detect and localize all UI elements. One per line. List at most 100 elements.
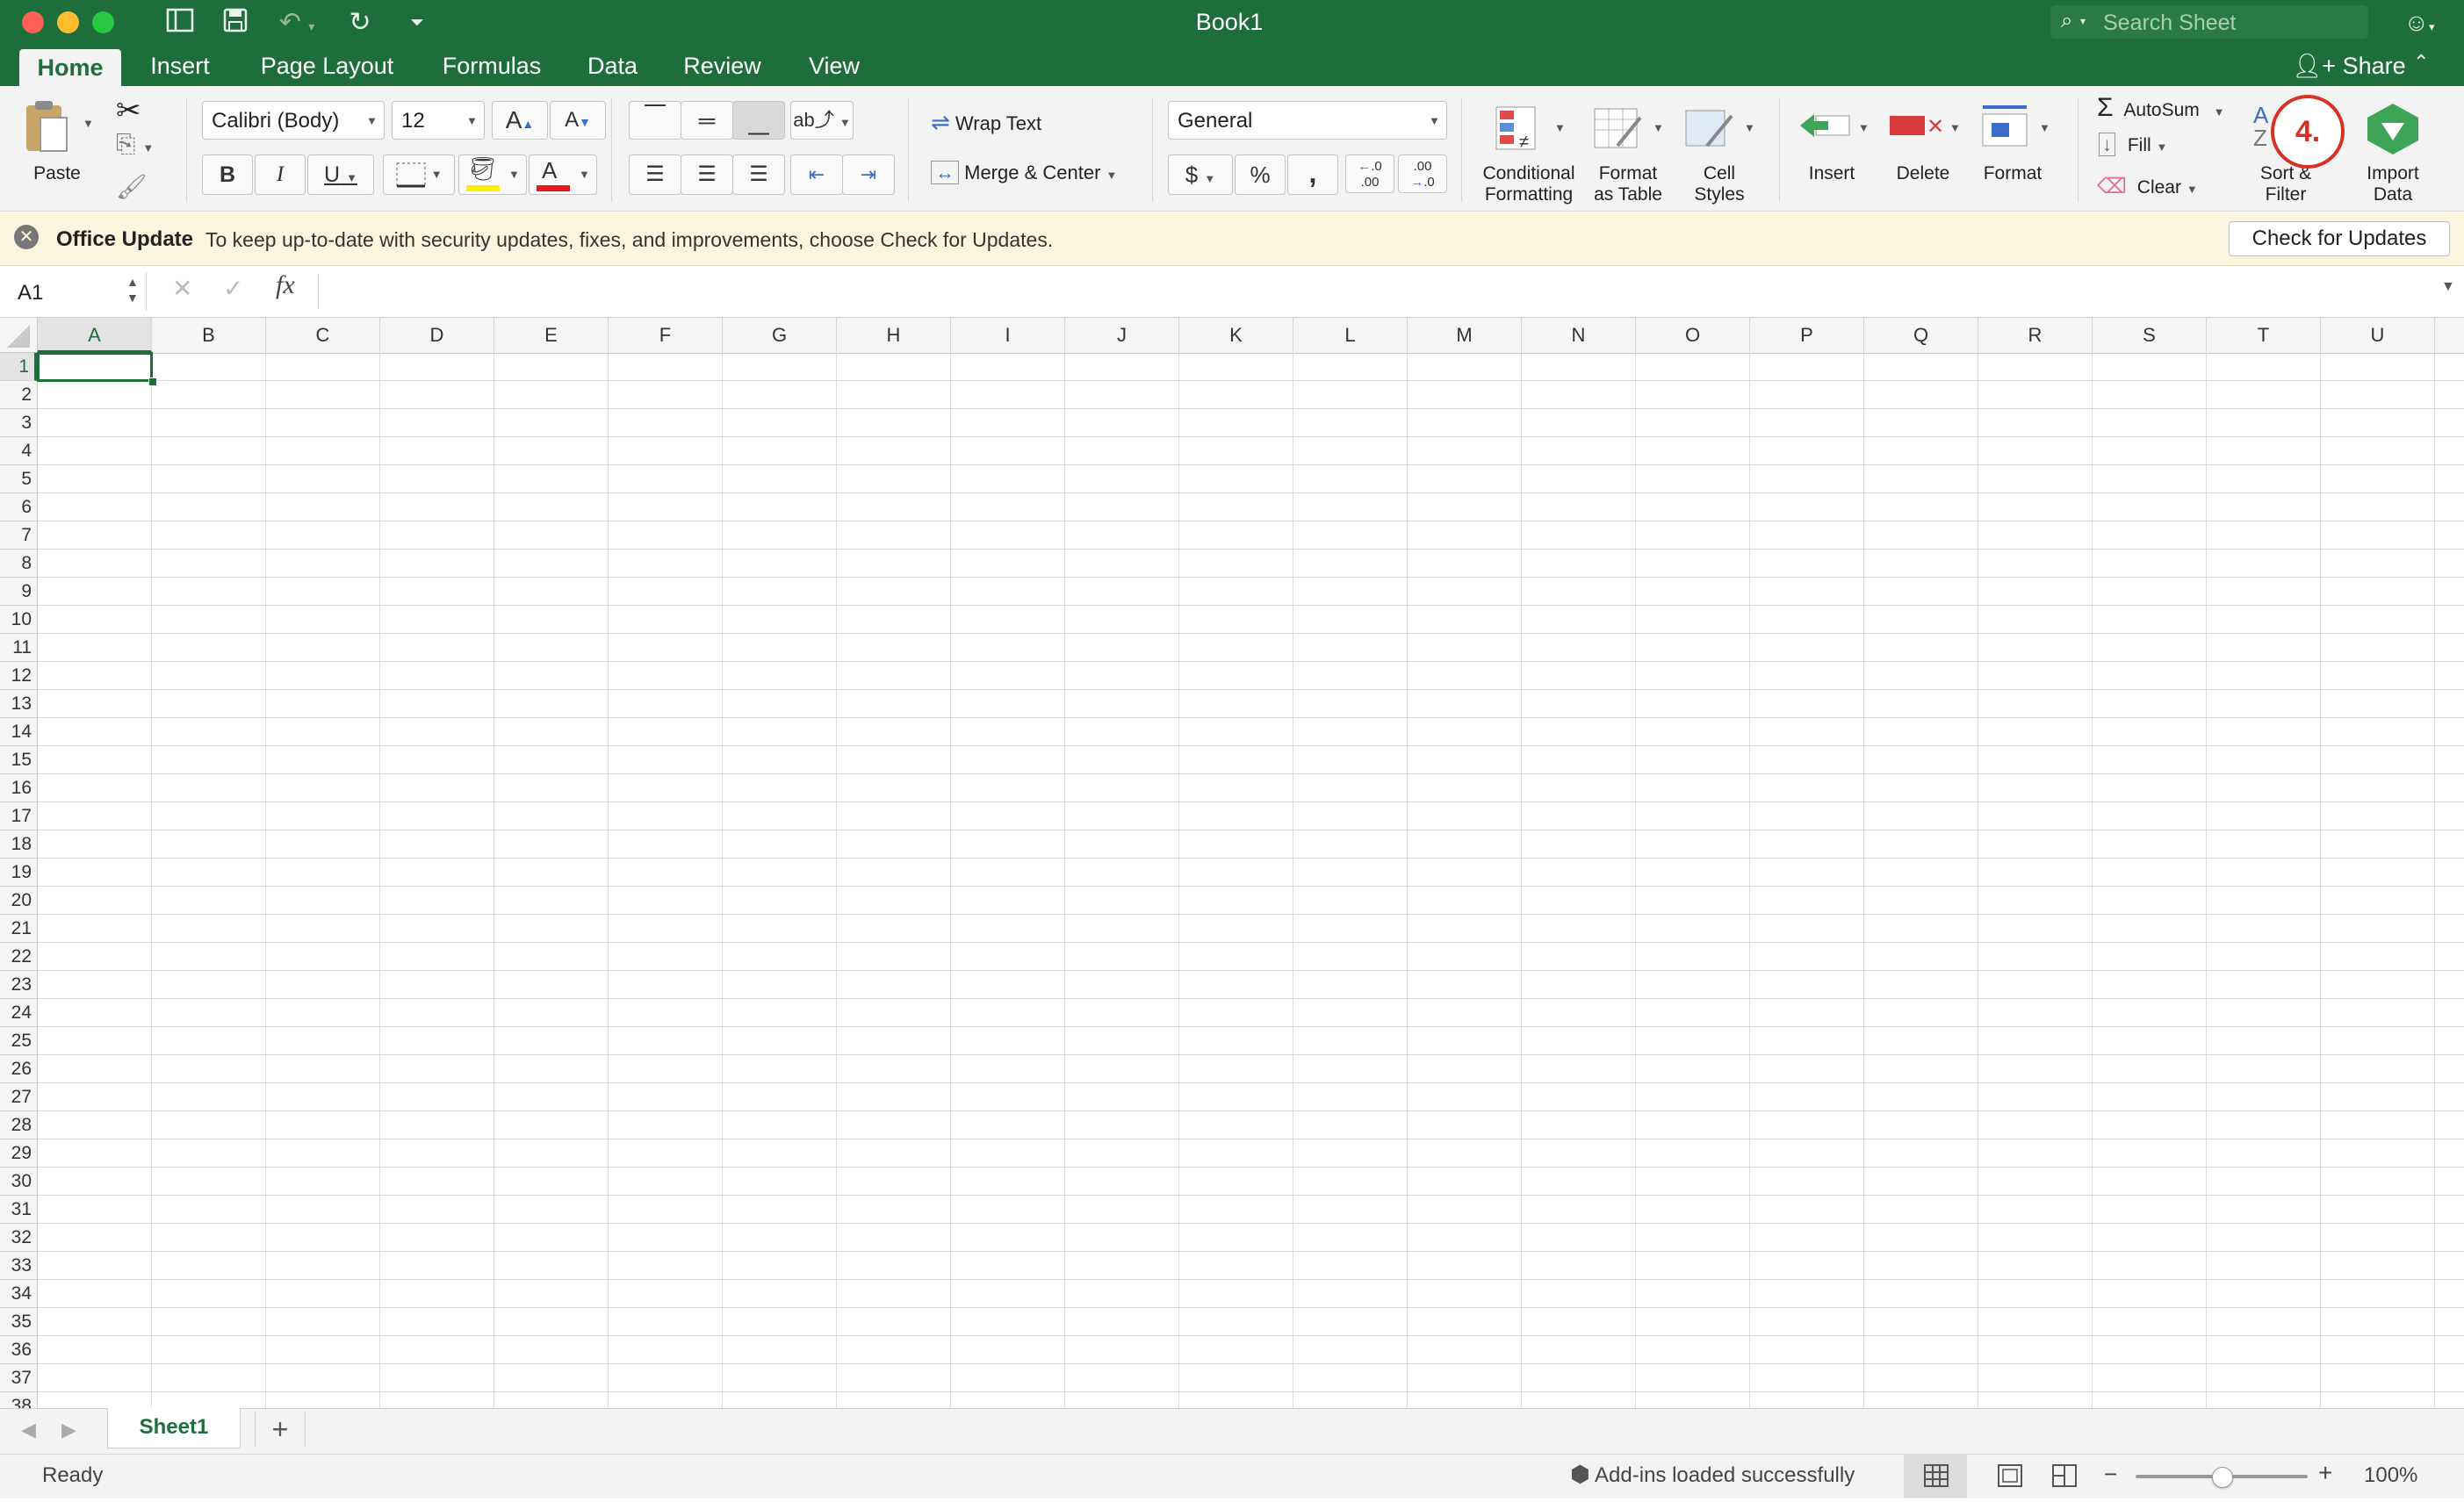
dismiss-update-icon[interactable]: ✕	[14, 225, 39, 249]
column-header[interactable]: M	[1408, 318, 1522, 353]
tab-page-layout[interactable]: Page Layout	[250, 46, 404, 86]
row-header[interactable]: 8	[0, 550, 37, 578]
align-bottom-button[interactable]: ⎽	[732, 101, 785, 140]
zoom-in-icon[interactable]: +	[2318, 1459, 2332, 1487]
merge-center-button[interactable]: ↔ Merge & Center ▼	[931, 161, 1117, 184]
orientation-button[interactable]: ab⤴ ▼	[790, 101, 854, 140]
align-top-button[interactable]: ⎺	[629, 101, 681, 140]
tab-data[interactable]: Data	[580, 46, 645, 86]
row-header[interactable]: 7	[0, 521, 37, 550]
insert-cells-dropdown-icon[interactable]: ▼	[1858, 121, 1870, 134]
column-header[interactable]: Q	[1864, 318, 1978, 353]
tab-view[interactable]: View	[795, 46, 874, 86]
fill-handle[interactable]	[148, 377, 157, 386]
row-header[interactable]: 12	[0, 662, 37, 690]
minimize-window-button[interactable]	[57, 11, 79, 33]
decrease-indent-button[interactable]: ⇤	[790, 155, 843, 195]
check-for-updates-button[interactable]: Check for Updates	[2229, 221, 2450, 256]
name-box-stepper-icon[interactable]: ▲ ▼	[126, 274, 139, 305]
column-header[interactable]: B	[152, 318, 266, 353]
font-color-button[interactable]: A ▼	[529, 155, 597, 195]
bold-button[interactable]: B	[202, 155, 253, 195]
formula-input[interactable]	[318, 274, 2435, 309]
align-center-button[interactable]: ☰	[681, 155, 733, 195]
delete-cells-icon[interactable]: ✕	[1888, 104, 1944, 153]
font-name-select[interactable]: Calibri (Body) ▼	[202, 101, 385, 140]
row-header[interactable]: 28	[0, 1111, 37, 1139]
autosum-button[interactable]: Σ AutoSum ▼	[2097, 93, 2225, 127]
close-window-button[interactable]	[22, 11, 44, 33]
decrease-decimal-button[interactable]: .00 →.0	[1398, 155, 1447, 193]
tab-formulas[interactable]: Formulas	[430, 46, 553, 86]
column-header[interactable]: R	[1978, 318, 2093, 353]
row-header[interactable]: 29	[0, 1139, 37, 1168]
zoom-slider-thumb[interactable]	[2212, 1467, 2233, 1488]
sidebar-toggle-icon[interactable]	[162, 7, 198, 39]
column-header[interactable]: S	[2093, 318, 2207, 353]
confirm-entry-icon[interactable]: ✓	[223, 274, 243, 303]
column-header[interactable]: N	[1522, 318, 1636, 353]
insert-cells-icon[interactable]	[1797, 104, 1853, 153]
conditional-formatting-button[interactable]: Conditional Formatting	[1472, 163, 1586, 205]
row-header[interactable]: 5	[0, 465, 37, 493]
next-sheet-icon[interactable]: ▶	[61, 1419, 76, 1441]
fill-button[interactable]: ↓ Fill ▼	[2099, 133, 2167, 156]
row-header[interactable]: 31	[0, 1196, 37, 1224]
cell-styles-dropdown-icon[interactable]: ▼	[1744, 121, 1755, 134]
format-as-table-button[interactable]: Format as Table	[1577, 163, 1679, 205]
customize-toolbar-icon[interactable]: ⏷	[400, 7, 435, 39]
format-cells-icon[interactable]	[1978, 100, 2034, 153]
row-header[interactable]: 13	[0, 690, 37, 718]
column-header[interactable]: P	[1750, 318, 1864, 353]
clear-button[interactable]: ⌫ Clear ▼	[2097, 174, 2198, 199]
underline-button[interactable]: U ▼	[307, 155, 374, 195]
decrease-font-size-button[interactable]: A▼	[550, 101, 606, 140]
zoom-out-icon[interactable]: −	[2104, 1461, 2117, 1488]
column-header[interactable]: E	[494, 318, 609, 353]
row-header[interactable]: 1	[0, 353, 37, 381]
column-header[interactable]: H	[837, 318, 951, 353]
column-header[interactable]: U	[2321, 318, 2435, 353]
format-cells-button[interactable]: Format	[1972, 163, 2053, 184]
row-header[interactable]: 33	[0, 1252, 37, 1280]
row-header[interactable]: 4	[0, 437, 37, 465]
borders-button[interactable]: ▼	[383, 155, 455, 195]
import-data-button[interactable]: Import Data	[2353, 163, 2432, 205]
row-header[interactable]: 6	[0, 493, 37, 521]
row-header[interactable]: 21	[0, 915, 37, 943]
name-box[interactable]: A1 ▲ ▼	[7, 272, 147, 311]
tab-review[interactable]: Review	[676, 46, 768, 86]
align-middle-button[interactable]: ═	[681, 101, 733, 140]
cut-icon[interactable]: ✂	[116, 93, 141, 128]
active-cell-a1[interactable]	[37, 352, 153, 382]
row-header[interactable]: 11	[0, 634, 37, 662]
increase-font-size-button[interactable]: A▲	[492, 101, 548, 140]
column-header[interactable]: D	[380, 318, 494, 353]
worksheet-grid[interactable]	[38, 353, 2464, 1408]
tab-insert[interactable]: Insert	[140, 46, 220, 86]
row-header[interactable]: 22	[0, 943, 37, 971]
share-button[interactable]: 👤︎+ Share	[2292, 46, 2406, 86]
number-format-dropdown-icon[interactable]: ▼	[1429, 114, 1440, 127]
collapse-ribbon-icon[interactable]: ⌃	[2413, 51, 2429, 74]
row-header[interactable]: 26	[0, 1055, 37, 1083]
column-header[interactable]: G	[723, 318, 837, 353]
number-format-select[interactable]: General ▼	[1168, 101, 1447, 140]
redo-icon[interactable]: ↻	[342, 7, 378, 39]
increase-decimal-button[interactable]: ←.0.00	[1345, 155, 1394, 193]
search-sheet-box[interactable]: ⌕ ▾ Search Sheet	[2050, 5, 2368, 39]
search-options-icon[interactable]: ▾	[2080, 15, 2086, 27]
save-icon[interactable]	[218, 7, 253, 39]
sort-filter-button[interactable]: Sort & Filter	[2248, 163, 2324, 205]
row-header[interactable]: 2	[0, 381, 37, 409]
cell-styles-button[interactable]: Cell Styles	[1682, 163, 1756, 205]
row-header[interactable]: 25	[0, 1027, 37, 1055]
search-input[interactable]: Search Sheet	[2103, 11, 2237, 36]
format-as-table-icon[interactable]	[1591, 104, 1644, 156]
wrap-text-button[interactable]: ⇌ Wrap Text	[931, 109, 1041, 136]
row-header[interactable]: 34	[0, 1280, 37, 1308]
row-header[interactable]: 19	[0, 859, 37, 887]
page-layout-view-button[interactable]	[1983, 1454, 2035, 1498]
expand-formula-bar-icon[interactable]: ▼	[2441, 279, 2455, 295]
tab-home[interactable]: Home	[19, 49, 121, 86]
